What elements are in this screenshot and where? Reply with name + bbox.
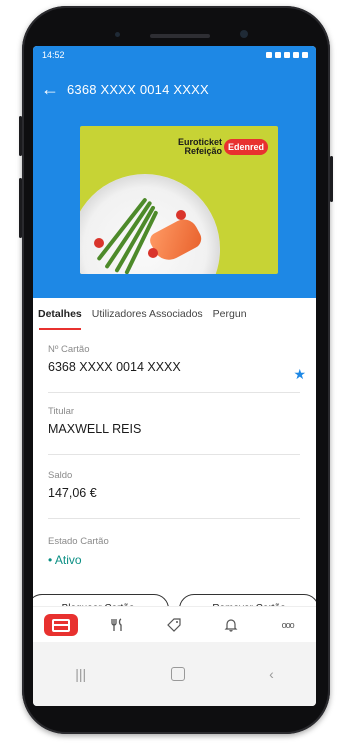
tab-utilizadores-associados[interactable]: Utilizadores Associados <box>87 298 208 330</box>
mute-icon <box>275 52 281 58</box>
bell-icon[interactable] <box>211 612 251 638</box>
sensor <box>115 32 120 37</box>
tomato <box>176 210 186 220</box>
field-card-state: Estado Cartão • Ativo <box>48 536 300 584</box>
system-back-icon[interactable]: ‹ <box>269 666 274 682</box>
restaurant-icon[interactable] <box>98 612 138 638</box>
signal-icon <box>293 52 299 58</box>
app-bar: ← 6368 XXXX 0014 XXXX <box>33 64 316 114</box>
nav-cards[interactable] <box>41 612 81 638</box>
brand-text: Euroticket Refeição <box>178 138 222 156</box>
system-nav-bar: ||| ‹ <box>33 642 316 706</box>
holder-value: MAXWELL REIS <box>48 422 142 436</box>
tab-detalhes[interactable]: Detalhes <box>33 298 87 330</box>
holder-label: Titular <box>48 406 75 417</box>
tomato <box>148 248 158 258</box>
front-camera <box>240 30 248 38</box>
back-arrow-icon[interactable]: ← <box>33 79 67 100</box>
card-details: Nº Cartão 6368 XXXX 0014 XXXX ★ Titular … <box>33 330 316 606</box>
alarm-icon <box>266 52 272 58</box>
home-icon[interactable] <box>170 667 185 681</box>
tab-perguntas[interactable]: Pergun <box>208 298 252 330</box>
status-bar: 14:52 <box>33 46 316 64</box>
tag-icon[interactable] <box>154 612 194 638</box>
field-card-number: Nº Cartão 6368 XXXX 0014 XXXX ★ <box>48 344 306 393</box>
status-time: 14:52 <box>42 50 65 60</box>
battery-icon <box>302 52 308 58</box>
card-state-label: Estado Cartão <box>48 536 109 547</box>
card-number-label: Nº Cartão <box>48 344 90 355</box>
balance-value: 147,06 € <box>48 486 97 500</box>
bixby-button <box>19 178 22 238</box>
power-button <box>330 156 333 202</box>
tab-bar: Detalhes Utilizadores Associados Pergun <box>33 298 316 331</box>
card-image: Euroticket Refeição Edenred <box>80 126 278 274</box>
bottom-nav: ooo <box>33 606 316 643</box>
status-icons <box>266 52 308 58</box>
app-screen: 14:52 ← 6368 XXXX 0014 XXXX Euroticket R… <box>33 46 316 706</box>
edenred-logo: Edenred <box>223 139 268 155</box>
more-icon[interactable]: ooo <box>268 612 308 638</box>
page-title: 6368 XXXX 0014 XXXX <box>67 81 209 97</box>
field-balance: Saldo 147,06 € <box>48 470 300 519</box>
recents-icon[interactable]: ||| <box>75 666 86 682</box>
card-icon <box>44 614 79 636</box>
volume-button <box>19 116 22 156</box>
earpiece <box>150 34 210 38</box>
status-badge: • Ativo <box>48 553 82 567</box>
brand-line-2: Refeição <box>184 146 222 156</box>
card-number-value: 6368 XXXX 0014 XXXX <box>48 360 181 374</box>
balance-label: Saldo <box>48 470 73 481</box>
field-holder: Titular MAXWELL REIS <box>48 406 300 455</box>
favorite-star-icon[interactable]: ★ <box>293 366 306 383</box>
card-hero: Euroticket Refeição Edenred <box>33 114 316 298</box>
tomato <box>94 238 104 248</box>
wifi-icon <box>284 52 290 58</box>
card-brand: Euroticket Refeição Edenred <box>178 138 268 156</box>
